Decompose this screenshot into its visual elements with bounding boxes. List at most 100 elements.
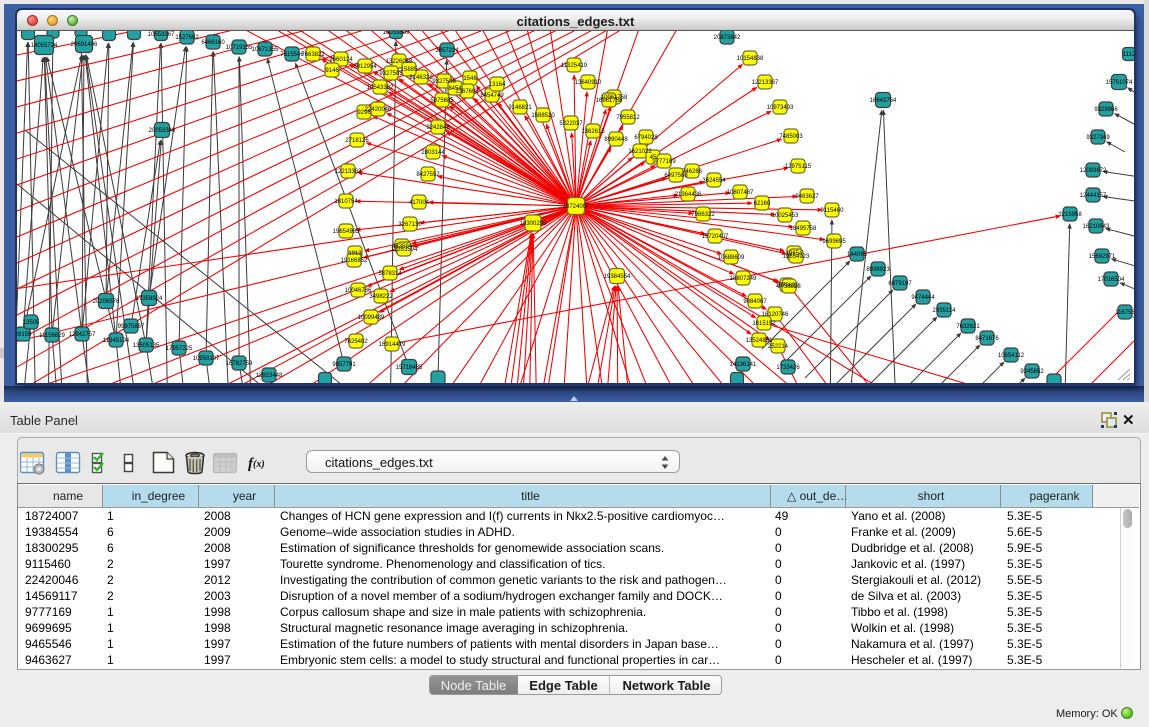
svg-text:1615152: 1615152 (752, 321, 776, 327)
svg-text:9756928: 9756928 (777, 284, 801, 290)
svg-text:10046786: 10046786 (345, 288, 372, 294)
svg-text:11945194: 11945194 (103, 338, 130, 344)
svg-text:2718126: 2718126 (345, 138, 369, 144)
svg-text:3498222: 3498222 (369, 294, 393, 300)
svg-text:10807487: 10807487 (727, 190, 754, 196)
svg-text:7632621: 7632621 (956, 324, 980, 330)
svg-text:9146: 9146 (325, 68, 339, 74)
svg-text:144095: 144095 (847, 252, 868, 258)
svg-text:14055724: 14055724 (31, 43, 58, 49)
svg-text:9329966: 9329966 (1094, 107, 1118, 113)
svg-text:16961758: 16961758 (596, 98, 623, 104)
svg-text:13505: 13505 (23, 320, 40, 326)
svg-text:17359924: 17359924 (136, 296, 163, 302)
svg-text:12213367: 12213367 (752, 80, 779, 86)
svg-text:10654112: 10654112 (998, 353, 1025, 359)
svg-text:6466160: 6466160 (201, 40, 225, 46)
svg-text:18807249: 18807249 (730, 276, 757, 282)
svg-text:8990448: 8990448 (604, 137, 628, 143)
svg-text:7485003: 7485003 (779, 134, 803, 140)
svg-text:15720407: 15720407 (702, 234, 729, 240)
svg-text:11325419: 11325419 (561, 63, 588, 69)
svg-text:9777169: 9777169 (652, 159, 676, 165)
svg-text:10099489: 10099489 (358, 315, 385, 321)
svg-text:15692971: 15692971 (1089, 254, 1116, 260)
svg-text:1810754: 1810754 (334, 199, 358, 205)
svg-text:6497568: 6497568 (664, 173, 688, 179)
svg-text:1733426: 1733426 (776, 365, 800, 371)
svg-text:11156829: 11156829 (39, 333, 65, 339)
svg-text:8938923: 8938923 (866, 267, 890, 273)
svg-text:17016504: 17016504 (1098, 277, 1125, 283)
svg-text:116753: 116753 (1115, 310, 1134, 316)
svg-text:9699695: 9699695 (822, 239, 846, 245)
svg-text:7625402: 7625402 (344, 339, 368, 345)
svg-text:10154838: 10154838 (737, 56, 764, 62)
svg-text:13226058: 13226058 (386, 59, 413, 65)
svg-text:8471676: 8471676 (975, 336, 999, 342)
svg-text:10958107: 10958107 (193, 356, 220, 362)
svg-text:19654923: 19654923 (783, 254, 810, 260)
svg-text:9857791: 9857791 (332, 362, 356, 368)
svg-text:18495758: 18495758 (790, 226, 817, 232)
svg-text:39159: 39159 (17, 332, 32, 338)
svg-text:14136141: 14136141 (730, 362, 757, 368)
svg-text:9296: 9296 (357, 110, 371, 116)
svg-text:15751074: 15751074 (1106, 80, 1133, 86)
svg-text:1546: 1546 (463, 76, 477, 82)
svg-text:417004: 417004 (409, 200, 430, 206)
svg-text:7986322: 7986322 (691, 212, 715, 218)
svg-text:8912954: 8912954 (353, 64, 377, 70)
svg-text:(x): (x) (253, 459, 265, 470)
svg-text:13505135: 13505135 (133, 343, 160, 349)
svg-text:8427552: 8427552 (416, 172, 440, 178)
svg-text:9245652: 9245652 (1020, 369, 1044, 375)
svg-text:12923448: 12923448 (256, 373, 283, 379)
svg-text:18724007: 18724007 (563, 204, 590, 210)
svg-text:7955812: 7955812 (616, 115, 640, 121)
svg-text:2935114: 2935114 (933, 308, 957, 314)
svg-text:19384554: 19384554 (604, 274, 631, 280)
svg-text:1362615: 1362615 (581, 129, 605, 135)
svg-text:3215958: 3215958 (1058, 212, 1082, 218)
svg-text:6879197: 6879197 (888, 281, 912, 287)
svg-text:12093872: 12093872 (1080, 168, 1107, 174)
svg-text:99975867: 99975867 (118, 324, 145, 330)
svg-text:20053346: 20053346 (149, 128, 176, 134)
svg-text:16643764: 16643764 (870, 98, 897, 104)
svg-text:13640910: 13640910 (575, 80, 602, 86)
svg-text:15885: 15885 (401, 67, 418, 73)
svg-text:16033809: 16033809 (383, 31, 410, 36)
svg-text:5322037: 5322037 (559, 121, 583, 127)
svg-text:19654985: 19654985 (333, 229, 360, 235)
svg-text:7663822: 7663822 (301, 52, 325, 58)
svg-text:16914479: 16914479 (379, 342, 406, 348)
svg-text:1588520: 1588520 (531, 113, 555, 119)
svg-text:8454749: 8454749 (480, 93, 504, 99)
svg-text:9474444: 9474444 (911, 295, 935, 301)
svg-text:8454: 8454 (448, 86, 462, 92)
svg-text:16782759: 16782759 (226, 361, 253, 367)
svg-text:9115460: 9115460 (821, 208, 845, 214)
svg-text:252214: 252214 (768, 344, 789, 350)
svg-text:10719155: 10719155 (226, 45, 253, 51)
svg-text:16210643: 16210643 (1083, 224, 1110, 230)
svg-text:20206576: 20206576 (93, 299, 120, 305)
svg-text:6794028: 6794028 (634, 135, 658, 141)
svg-text:17957225: 17957225 (166, 346, 193, 352)
svg-text:21364436: 21364436 (675, 192, 702, 198)
svg-text:20873842: 20873842 (714, 35, 741, 41)
svg-text:3267130: 3267130 (398, 222, 422, 228)
svg-text:9327349: 9327349 (1086, 135, 1110, 141)
svg-text:12444157: 12444157 (1080, 193, 1107, 199)
svg-text:10543382: 10543382 (367, 85, 394, 91)
svg-text:9242848: 9242848 (426, 125, 450, 131)
svg-text:16120746: 16120746 (762, 312, 789, 318)
svg-text:12353594: 12353594 (391, 247, 418, 253)
svg-text:1527602: 1527602 (175, 35, 199, 41)
svg-text:13164: 13164 (489, 82, 506, 88)
svg-text:9660124: 9660124 (329, 57, 353, 63)
svg-text:5875685: 5875685 (430, 98, 454, 104)
svg-text:9084067: 9084067 (743, 299, 767, 305)
svg-text:12942757: 12942757 (69, 332, 96, 338)
